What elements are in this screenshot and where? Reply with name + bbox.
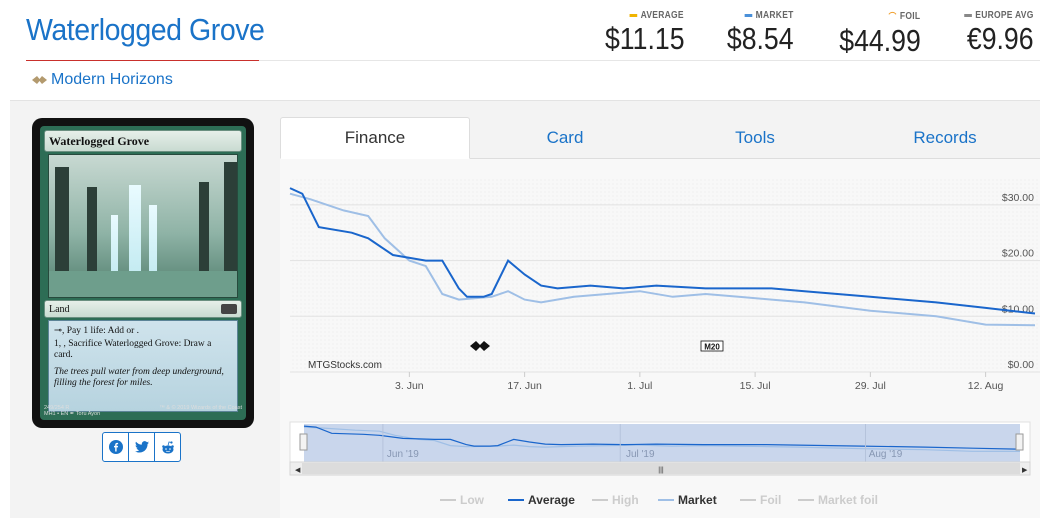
legend-label: Low — [460, 493, 485, 507]
card-art — [48, 154, 238, 298]
x-tick-label: 3. Jun — [395, 380, 424, 392]
legend-item-high[interactable]: High — [592, 493, 639, 507]
x-tick-label: 15. Jul — [740, 380, 771, 392]
price-value: $8.54 — [726, 21, 794, 56]
tab-records[interactable]: Records — [850, 117, 1040, 159]
m20-label: M20 — [704, 343, 720, 352]
set-rarity-icon — [221, 304, 237, 314]
price-label: FOIL — [900, 11, 921, 22]
navigator-right-handle[interactable] — [1015, 433, 1024, 451]
scroll-left-icon[interactable]: ◀ — [295, 467, 301, 474]
range-navigator[interactable]: Jun '19 Jul '19 Aug '19 ◀ ▶ ||| — [289, 421, 1031, 476]
price-chart-svg: $30.00$20.00$10.00$0.00 3. Jun 17. Jun 1. … — [289, 177, 1040, 507]
card-rules-text: ⊸, Pay 1 life: Add or . 1, , Sacrifice W… — [48, 320, 238, 412]
m20-release-icon[interactable]: M20 — [700, 340, 724, 352]
share-buttons — [102, 432, 181, 462]
price-europe: EUROPE AVG €9.96 — [952, 10, 1034, 59]
y-tick-label: $20.00 — [1002, 248, 1034, 260]
navigator-left-handle[interactable] — [299, 433, 308, 451]
scrollbar-grip-icon: ||| — [658, 467, 664, 474]
legend-item-market[interactable]: Market — [658, 493, 717, 507]
scroll-right-icon[interactable]: ▶ — [1022, 467, 1028, 474]
share-twitter-button[interactable] — [128, 432, 155, 462]
header-divider — [259, 60, 1040, 61]
legend-label: Market foil — [818, 493, 878, 507]
ability-2: 1, , Sacrifice Waterlogged Grove: Draw a… — [54, 338, 212, 360]
legend-label: Foil — [760, 493, 781, 507]
legend-item-foil[interactable]: Foil — [740, 493, 781, 507]
card-footer: 249/254 R ™ & © 2019 Wizards of the Coas… — [44, 404, 242, 418]
average-swatch — [629, 14, 638, 17]
legend-item-average[interactable]: Average — [508, 493, 575, 507]
card-image-name: Waterlogged Grove — [44, 130, 242, 152]
x-tick-label: 1. Jul — [627, 380, 652, 392]
tap-symbol-icon: ⊸ — [54, 326, 62, 336]
price-label: EUROPE AVG — [975, 10, 1034, 21]
share-facebook-button[interactable] — [102, 432, 129, 462]
europe-swatch — [964, 14, 973, 17]
y-tick-label: $30.00 — [1002, 192, 1034, 204]
market-swatch — [744, 14, 753, 17]
title-underline — [26, 60, 259, 61]
price-value: $44.99 — [838, 23, 921, 58]
card-type-line: Land — [49, 303, 70, 315]
price-label: MARKET — [755, 10, 794, 21]
x-tick-label: 12. Aug — [968, 380, 1004, 392]
set-link[interactable]: Modern Horizons — [32, 71, 173, 89]
facebook-icon — [108, 440, 123, 454]
price-value: $11.15 — [604, 21, 685, 56]
reddit-icon — [161, 440, 174, 453]
set-name: Modern Horizons — [51, 71, 173, 88]
plot-background — [290, 177, 1040, 372]
navigator-label: Jun '19 — [387, 449, 419, 460]
card-title: Waterlogged Grove — [26, 12, 265, 47]
twitter-icon — [134, 441, 149, 453]
share-reddit-button[interactable] — [154, 432, 181, 462]
tab-tools[interactable]: Tools — [660, 117, 850, 159]
tab-bar: Finance Card Tools Records — [280, 117, 1040, 159]
legend-item-market-foil[interactable]: Market foil — [798, 493, 878, 507]
tab-finance[interactable]: Finance — [280, 117, 470, 159]
card-image: Waterlogged Grove Land ⊸, Pay 1 life: Ad… — [32, 118, 254, 428]
foil-swatch-icon: ⌒ — [888, 12, 897, 22]
x-axis-labels: 3. Jun 17. Jun 1. Jul 15. Jul 29. Jul 12. Aug — [395, 372, 1004, 392]
legend-label: Market — [678, 493, 717, 507]
x-tick-label: 17. Jun — [507, 380, 542, 392]
price-chart: $30.00 $20.00 $10.00 $0.00 3. Jun 17. Jun 1. … — [280, 159, 1040, 518]
price-value: €9.96 — [967, 21, 1034, 56]
chart-legend: Low Average High Market Foil Market foil — [440, 493, 878, 507]
price-label: AVERAGE — [640, 10, 685, 21]
y-tick-label: $0.00 — [1008, 359, 1034, 371]
legend-label: Average — [528, 493, 575, 507]
legend-label: High — [612, 493, 639, 507]
legend-item-low[interactable]: Low — [440, 493, 485, 507]
navigator-label: Aug '19 — [869, 449, 903, 460]
price-summary: AVERAGE $11.15 MARKET $8.54 ⌒ FOIL $44.99… — [592, 10, 1034, 59]
flavor-text: The trees pull water from deep undergrou… — [54, 366, 224, 388]
set-symbol-icon — [32, 76, 47, 84]
price-average: AVERAGE $11.15 — [592, 10, 685, 59]
tab-card[interactable]: Card — [470, 117, 660, 159]
price-market: MARKET $8.54 — [716, 10, 794, 59]
ability-1: ⊸, Pay 1 life: Add or . — [54, 326, 140, 336]
navigator-label: Jul '19 — [626, 449, 655, 460]
price-foil: ⌒ FOIL $44.99 — [826, 10, 921, 59]
chart-watermark: MTGStocks.com — [308, 360, 382, 371]
x-tick-label: 29. Jul — [855, 380, 886, 392]
